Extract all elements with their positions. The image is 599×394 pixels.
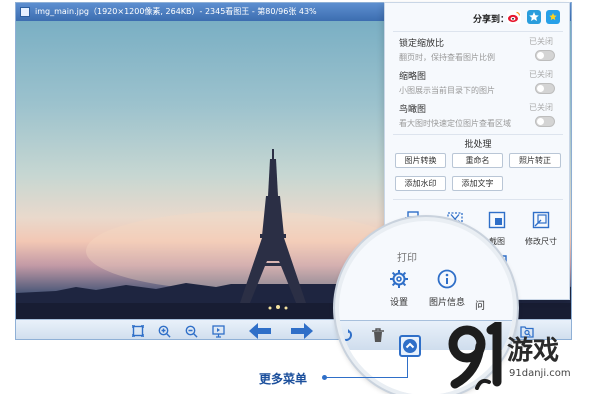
divider: [393, 134, 563, 135]
option-title-thumbnail: 缩略图: [399, 72, 427, 82]
next-image-icon[interactable]: [290, 323, 314, 339]
settings-label: 设置: [389, 298, 408, 308]
qq-icon[interactable]: [546, 10, 560, 24]
toggle-thumbnail[interactable]: [535, 83, 555, 94]
fit-window-icon[interactable]: [130, 323, 146, 339]
slideshow-icon[interactable]: [210, 323, 226, 339]
option-status-birdseye: 已关闭: [529, 103, 553, 112]
option-desc-lock-zoom: 翻页时，保持查看图片比例: [399, 53, 495, 62]
option-desc-thumbnail: 小图展示当前目录下的图片: [399, 86, 495, 95]
cut-label: 问: [475, 301, 485, 312]
weibo-icon[interactable]: [507, 10, 521, 24]
zoom-in-icon[interactable]: [156, 323, 172, 339]
screenshot-icon: [488, 211, 506, 229]
add-watermark-button[interactable]: 添加水印: [395, 176, 446, 191]
previous-image-icon[interactable]: [248, 323, 272, 339]
app-icon: [20, 7, 30, 17]
delete-icon[interactable]: [371, 328, 385, 346]
option-status-lock-zoom: 已关闭: [529, 37, 553, 46]
toggle-birdseye[interactable]: [535, 116, 555, 127]
qzone-icon[interactable]: [527, 10, 541, 24]
logo-url: 91danji.com: [509, 368, 571, 379]
image-info-label: 图片信息: [428, 298, 465, 308]
image-info-tool[interactable]: 图片信息: [424, 269, 470, 308]
logo-text: 游戏: [507, 336, 560, 366]
logo-91-mark: [448, 322, 502, 390]
rotate-icon[interactable]: [339, 327, 353, 346]
window-title: img_main.jpg（1920×1200像素, 264KB）- 2345看图…: [35, 7, 317, 16]
convert-image-button[interactable]: 图片转换: [395, 153, 446, 168]
toggle-lock-zoom[interactable]: [535, 50, 555, 61]
zoom-out-icon[interactable]: [183, 323, 199, 339]
option-status-thumbnail: 已关闭: [529, 70, 553, 79]
rename-button[interactable]: 重命名: [452, 153, 503, 168]
resize-tool[interactable]: 修改尺寸: [519, 211, 563, 247]
batch-title: 批处理: [464, 140, 492, 150]
ghost-print-label: 打印: [397, 253, 417, 264]
callout-line-vertical: [407, 356, 408, 378]
option-title-lock-zoom: 锁定缩放比: [399, 39, 445, 49]
settings-tool[interactable]: 设置: [379, 269, 419, 308]
option-desc-birdseye: 看大图时快速定位图片查看区域: [399, 119, 511, 128]
callout-line-horizontal: [324, 377, 408, 378]
more-menu-callout-label: 更多菜单: [259, 372, 308, 386]
divider: [393, 199, 563, 200]
share-label: 分享到：: [473, 15, 510, 25]
add-text-button[interactable]: 添加文字: [452, 176, 503, 191]
gear-icon: [390, 270, 408, 288]
more-menu-button[interactable]: [399, 335, 421, 357]
option-title-birdseye: 鸟瞰图: [399, 105, 427, 115]
rotate-photo-button[interactable]: 照片转正: [509, 153, 561, 168]
callout-dot: [322, 375, 327, 380]
chevron-up-icon: [403, 339, 417, 353]
info-icon: [437, 269, 457, 289]
divider: [393, 31, 563, 32]
resize-icon: [532, 211, 550, 229]
resize-label: 修改尺寸: [525, 237, 557, 246]
91danji-logo: 游戏 91danji.com: [447, 322, 597, 392]
